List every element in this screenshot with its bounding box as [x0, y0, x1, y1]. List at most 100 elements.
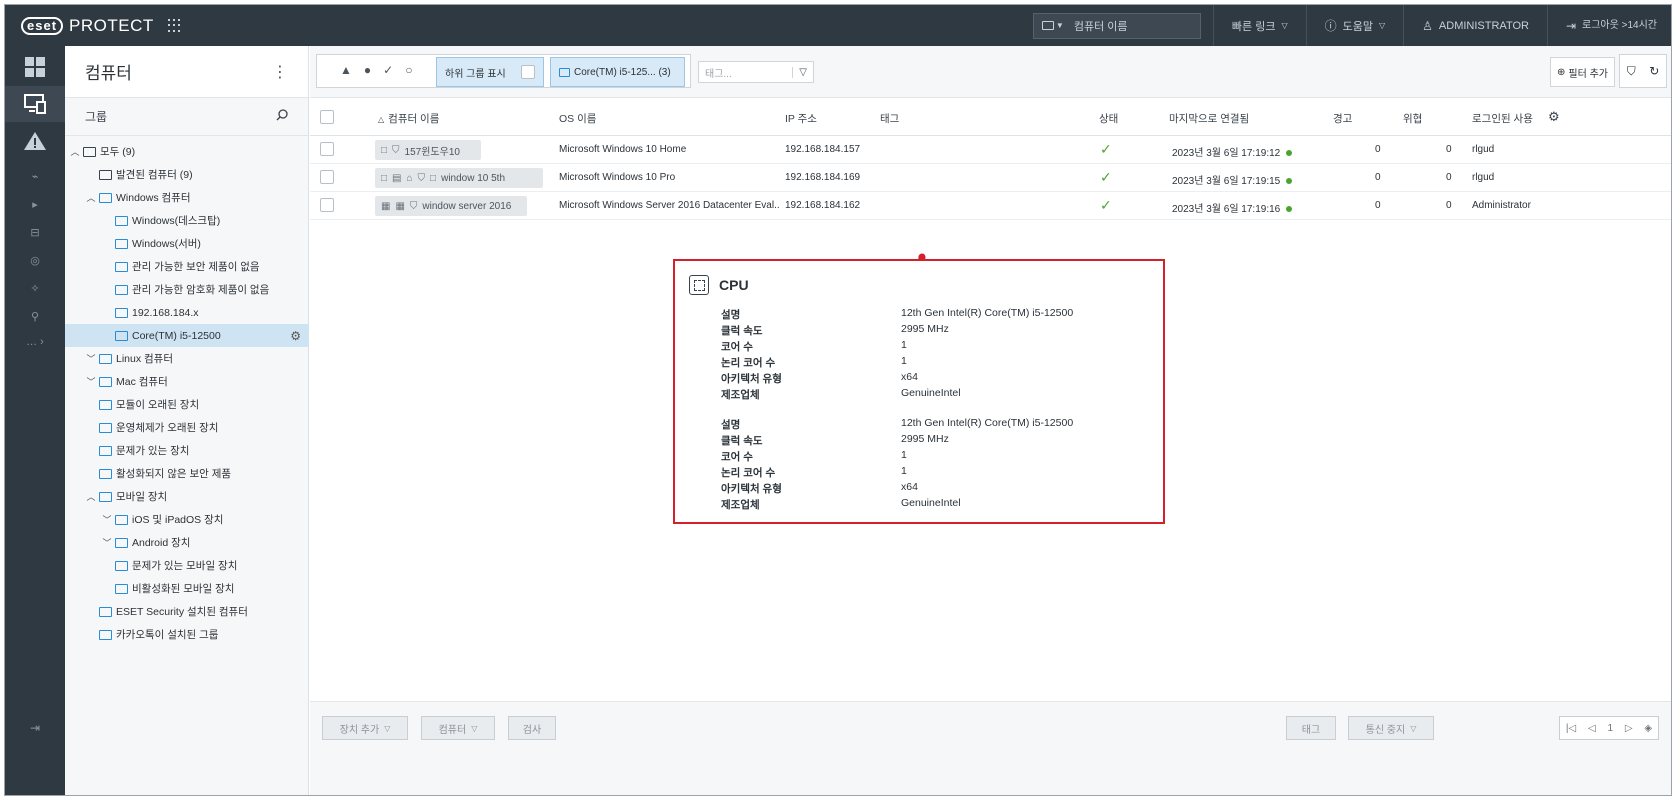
circle-icon[interactable]: ○: [405, 63, 412, 77]
row-checkbox[interactable]: [320, 198, 334, 212]
chevron-up-icon[interactable]: ︿: [69, 145, 81, 158]
chevron-down-icon[interactable]: ▽: [792, 66, 807, 78]
column-last-connected[interactable]: 마지막으로 연결됨: [1169, 111, 1249, 126]
chevron-down-icon[interactable]: ﹀: [85, 352, 97, 365]
dashboard-icon[interactable]: [5, 52, 65, 82]
add-device-button[interactable]: 장치 추가 ▽: [322, 716, 408, 740]
first-page-icon[interactable]: |◁: [1566, 723, 1576, 734]
inspect-button[interactable]: 검사: [508, 716, 556, 740]
add-filter-button[interactable]: ⊕ 필터 추가: [1550, 57, 1615, 87]
tree-item-label: Windows(데스크탑): [132, 215, 221, 227]
tree-item[interactable]: ﹀ Mac 컴퓨터: [65, 370, 309, 393]
column-threats[interactable]: 위협: [1403, 111, 1422, 126]
cpu-header: CPU: [689, 275, 749, 295]
show-subgroups-toggle[interactable]: 하위 그룹 표시: [436, 57, 544, 87]
column-ip[interactable]: IP 주소: [785, 111, 817, 126]
computer-name-chip[interactable]: ▦ ▦ ⛉ window server 2016: [375, 196, 527, 216]
apps-grid-icon[interactable]: [167, 18, 182, 33]
tree-item[interactable]: Windows(데스크탑): [65, 209, 309, 232]
table-header: △ 컴퓨터 이름 OS 이름 IP 주소 태그 상태 마지막으로 연결됨 경고 위…: [310, 98, 1671, 136]
tree-item[interactable]: 활성화되지 않은 보안 제품: [65, 462, 309, 485]
computer-name-chip[interactable]: □ ⛉ 157윈도우10: [375, 140, 481, 160]
search-icon[interactable]: [276, 109, 288, 124]
tag-filter-input[interactable]: 태그... ▽: [698, 61, 814, 83]
help-menu[interactable]: ⓘ 도움말 ▽: [1305, 5, 1404, 46]
cpu-field-value: 1: [901, 465, 907, 477]
show-subgroups-checkbox[interactable]: [521, 65, 535, 79]
column-status[interactable]: 상태: [1099, 111, 1118, 126]
tree-item[interactable]: ︿ 모바일 장치: [65, 485, 309, 508]
refresh-icon[interactable]: ↻: [1649, 64, 1659, 78]
table-row[interactable]: □ ⛉ 157윈도우10 Microsoft Windows 10 Home 192.1…: [310, 136, 1671, 164]
column-os-name[interactable]: OS 이름: [559, 111, 596, 126]
mute-button[interactable]: 통신 중지 ▽: [1348, 716, 1434, 740]
layers-icon[interactable]: ◈: [1644, 723, 1652, 734]
status-overview-icon[interactable]: ⚲: [5, 304, 65, 328]
notifications-icon[interactable]: ✧: [5, 276, 65, 300]
filter-icon[interactable]: ⛉: [1627, 64, 1636, 79]
tree-item[interactable]: 192.168.184.x: [65, 301, 309, 324]
alert-icon[interactable]: [5, 126, 65, 156]
check-icon[interactable]: ✓: [383, 63, 393, 77]
installers-icon[interactable]: ⊟: [5, 220, 65, 244]
tree-item[interactable]: Core(TM) i5-12500 ⚙: [65, 324, 309, 347]
logout-icon: ⇥: [1565, 18, 1577, 33]
tree-item[interactable]: ﹀ Linux 컴퓨터: [65, 347, 309, 370]
computer-actions-button[interactable]: 컴퓨터 ▽: [421, 716, 495, 740]
tree-item[interactable]: 카카오톡이 설치된 그룹: [65, 623, 309, 646]
tree-item[interactable]: Windows(서버): [65, 232, 309, 255]
computer-name-chip[interactable]: □ ▤ ⌂ ⛉ □ window 10 5th: [375, 168, 543, 188]
tree-item[interactable]: ﹀ Android 장치: [65, 531, 309, 554]
user-menu[interactable]: ♙ ADMINISTRATOR: [1403, 5, 1547, 46]
more-icon[interactable]: … ›: [5, 330, 65, 354]
group-filter-chip[interactable]: Core(TM) i5-125... (3): [550, 57, 685, 87]
tree-item[interactable]: 발견된 컴퓨터 (9): [65, 163, 309, 186]
reports-icon[interactable]: ⌁: [5, 164, 65, 188]
tree-item[interactable]: ﹀ iOS 및 iPadOS 장치: [65, 508, 309, 531]
tree-item[interactable]: ︿ 모두 (9): [65, 140, 309, 163]
column-tag[interactable]: 태그: [880, 111, 899, 126]
tree-item[interactable]: 관리 가능한 암호화 제품이 없음: [65, 278, 309, 301]
tree-item[interactable]: 운영체제가 오래된 장치: [65, 416, 309, 439]
collapse-menu-icon[interactable]: ⇥: [5, 716, 65, 740]
tree-item[interactable]: 모듈이 오래된 장치: [65, 393, 309, 416]
column-computer-name[interactable]: △ 컴퓨터 이름: [378, 111, 439, 126]
online-dot: [1286, 178, 1293, 184]
tree-item[interactable]: ESET Security 설치된 컴퓨터: [65, 600, 309, 623]
tree-item-label: Android 장치: [132, 537, 191, 549]
tree-item[interactable]: ︿ Windows 컴퓨터: [65, 186, 309, 209]
tag-button[interactable]: 태그: [1286, 716, 1336, 740]
chevron-down-icon[interactable]: ▼: [1056, 21, 1064, 30]
chevron-down-icon[interactable]: ﹀: [101, 536, 113, 549]
row-checkbox[interactable]: [320, 142, 334, 156]
error-icon[interactable]: ●: [364, 63, 371, 77]
logout-button[interactable]: ⇥ 로그아웃 >14시간: [1546, 5, 1671, 46]
row-checkbox[interactable]: [320, 170, 334, 184]
chevron-up-icon[interactable]: ︿: [85, 191, 97, 204]
tree-item[interactable]: 문제가 있는 모바일 장치: [65, 554, 309, 577]
chevron-up-icon[interactable]: ︿: [85, 490, 97, 503]
warning-icon[interactable]: ▲: [340, 63, 352, 77]
tree-item[interactable]: 관리 가능한 보안 제품이 없음: [65, 255, 309, 278]
chevron-down-icon[interactable]: ﹀: [101, 513, 113, 526]
select-all-checkbox[interactable]: [320, 110, 334, 124]
chevron-down-icon[interactable]: ﹀: [85, 375, 97, 388]
policies-icon[interactable]: ◎: [5, 248, 65, 272]
computers-icon[interactable]: [5, 86, 65, 122]
group-settings-icon[interactable]: ⚙: [290, 329, 301, 343]
column-settings-icon[interactable]: ⚙: [1548, 109, 1560, 125]
prev-page-icon[interactable]: ◁: [1588, 723, 1596, 734]
cpu-field-label: 제조업체: [721, 389, 760, 401]
table-row[interactable]: □ ▤ ⌂ ⛉ □ window 10 5th Microsoft Windows 10 P…: [310, 164, 1671, 192]
page-number[interactable]: 1: [1607, 723, 1613, 734]
tree-item[interactable]: 문제가 있는 장치: [65, 439, 309, 462]
quick-links-menu[interactable]: 빠른 링크 ▽: [1212, 5, 1306, 46]
column-alerts[interactable]: 경고: [1333, 111, 1352, 126]
tree-item[interactable]: 비활성화된 모바일 장치: [65, 577, 309, 600]
table-row[interactable]: ▦ ▦ ⛉ window server 2016 Microsoft Windows S…: [310, 192, 1671, 220]
next-page-icon[interactable]: ▷: [1625, 723, 1633, 734]
computer-search-input[interactable]: ▼ 컴퓨터 이름: [1032, 12, 1201, 39]
tasks-icon[interactable]: ▸: [5, 192, 65, 216]
kebab-menu-icon[interactable]: ⋮: [272, 62, 288, 82]
column-logged-user[interactable]: 로그인된 사용: [1472, 111, 1534, 126]
